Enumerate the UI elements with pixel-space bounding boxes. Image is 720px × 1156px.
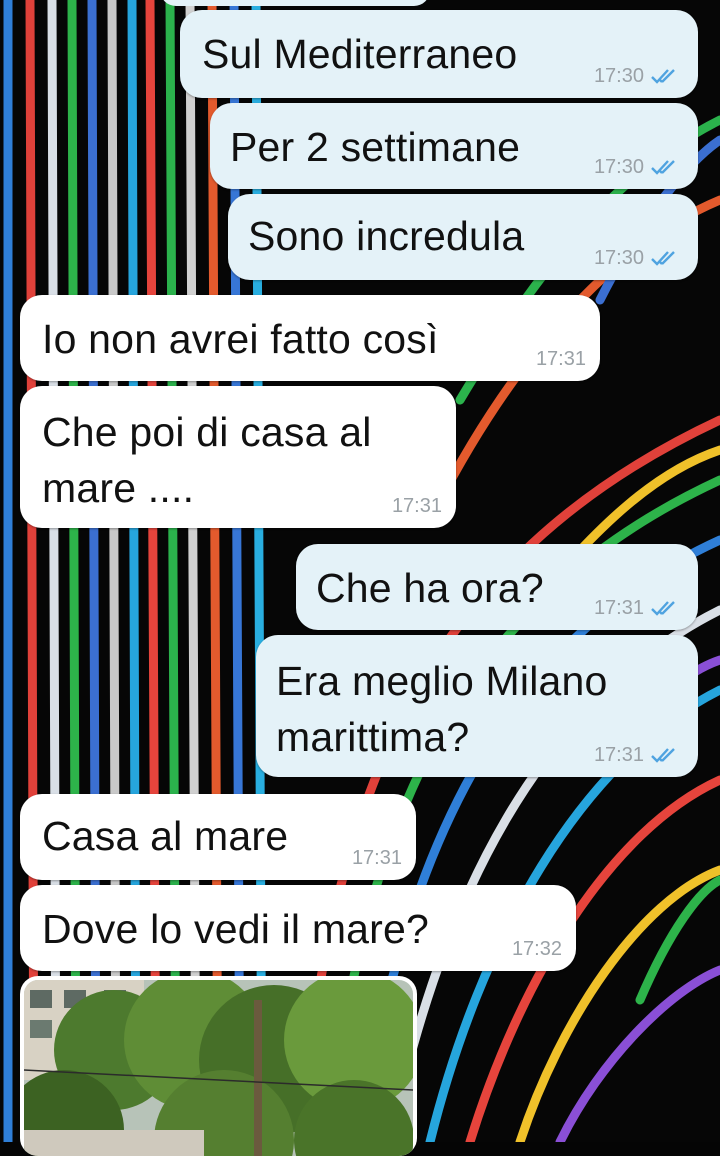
message-meta: 17:30 xyxy=(594,248,684,268)
double-check-icon xyxy=(651,748,675,763)
message-text: Dove lo vedi il mare? xyxy=(42,906,430,952)
message-text-line: marittima? xyxy=(276,714,470,760)
incoming-message[interactable]: Dove lo vedi il mare? 17:32 xyxy=(20,885,576,971)
message-text-line: mare .... xyxy=(42,465,195,511)
message-text-line: Era meglio Milano xyxy=(276,658,608,704)
double-check-icon xyxy=(651,251,675,266)
message-meta: 17:31 xyxy=(594,745,684,765)
message-text: Io non avrei fatto così xyxy=(42,316,439,362)
message-meta: 17:30 xyxy=(594,157,684,177)
message-meta: 17:30 xyxy=(594,66,684,86)
double-check-icon xyxy=(651,601,675,616)
outgoing-message[interactable]: Era meglio Milano marittima? 17:31 xyxy=(256,635,698,777)
message-meta: 17:32 xyxy=(512,939,562,959)
message-meta: 17:31 xyxy=(536,349,586,369)
incoming-message[interactable]: Casa al mare 17:31 xyxy=(20,794,416,880)
message-time: 17:32 xyxy=(511,938,562,960)
incoming-message[interactable]: Che poi di casa al mare .... 17:31 xyxy=(20,386,456,528)
double-check-icon xyxy=(651,160,675,175)
message-time: 17:30 xyxy=(593,65,644,87)
outgoing-message[interactable]: Per 2 settimane 17:30 xyxy=(210,103,698,189)
message-time: 17:31 xyxy=(593,597,644,619)
message-time: 17:31 xyxy=(391,495,442,517)
message-text: Sono incredula xyxy=(248,213,525,259)
message-meta: 17:31 xyxy=(392,496,442,516)
message-time: 17:31 xyxy=(351,847,402,869)
incoming-message[interactable]: Io non avrei fatto così 17:31 xyxy=(20,295,600,381)
outgoing-message[interactable]: Sul Mediterraneo 17:30 xyxy=(180,10,698,98)
outgoing-message[interactable]: Che ha ora? 17:31 xyxy=(296,544,698,630)
message-text: Casa al mare xyxy=(42,813,289,859)
outgoing-message[interactable]: Sono incredula 17:30 xyxy=(228,194,698,280)
message-time: 17:31 xyxy=(535,348,586,370)
message-time: 17:30 xyxy=(593,247,644,269)
message-text: Sul Mediterraneo xyxy=(202,31,518,77)
message-text-line: Che poi di casa al xyxy=(42,409,372,455)
message-text: Per 2 settimane xyxy=(230,124,521,170)
message-meta: 17:31 xyxy=(594,598,684,618)
message-time: 17:30 xyxy=(593,156,644,178)
incoming-photo-message[interactable] xyxy=(20,976,417,1156)
double-check-icon xyxy=(651,69,675,84)
message-text: Che ha ora? xyxy=(316,565,544,611)
image-thumbnail-icon xyxy=(24,980,413,1156)
message-meta: 17:31 xyxy=(352,848,402,868)
message-time: 17:31 xyxy=(593,744,644,766)
previous-message-fragment xyxy=(160,0,430,6)
